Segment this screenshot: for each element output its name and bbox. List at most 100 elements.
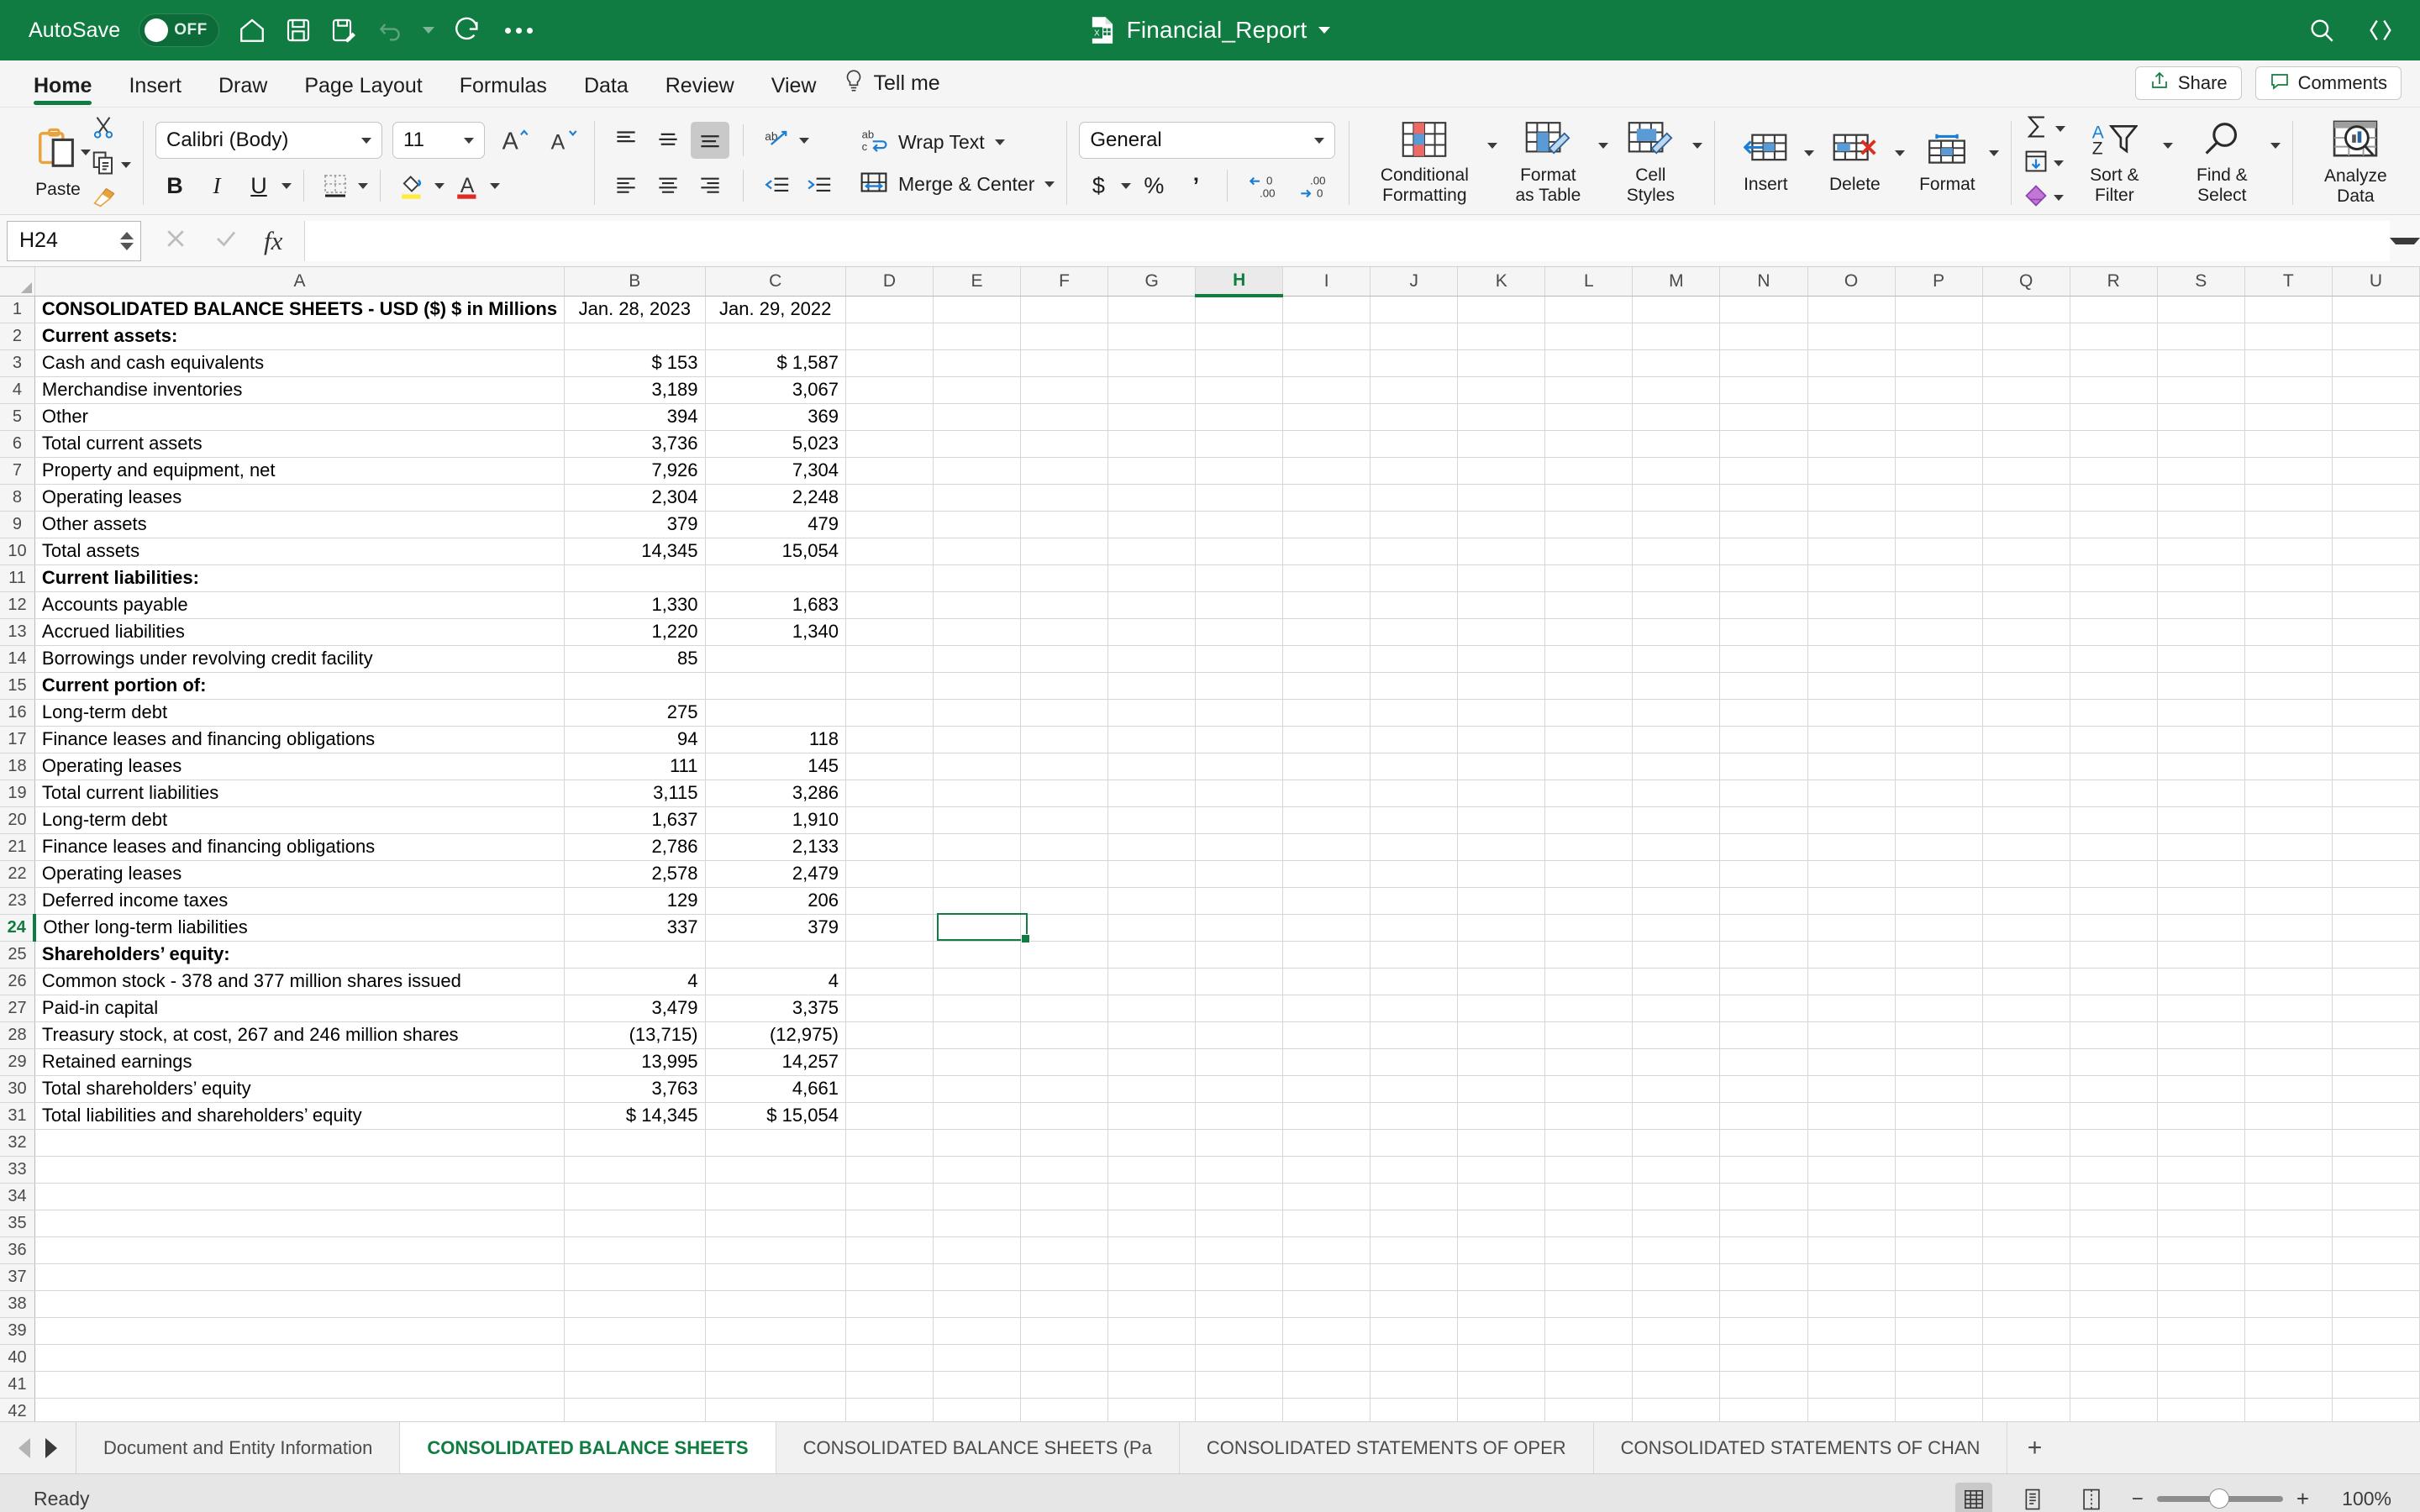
delete-cells-chevron-down-icon[interactable]: [1895, 150, 1906, 156]
row-header-10[interactable]: 10: [0, 538, 35, 565]
cell-F24[interactable]: [1020, 914, 1109, 942]
cell-E5[interactable]: [933, 403, 1022, 431]
cell-I23[interactable]: [1282, 887, 1371, 915]
cell-L36[interactable]: [1544, 1236, 1634, 1264]
cell-E12[interactable]: [933, 591, 1022, 619]
cell-N9[interactable]: [1719, 511, 1808, 538]
cell-S13[interactable]: [2157, 618, 2245, 646]
cell-Q13[interactable]: [1982, 618, 2070, 646]
cell-D11[interactable]: [845, 564, 934, 592]
cell-D21[interactable]: [845, 833, 934, 861]
cell-B6[interactable]: 3,736: [564, 430, 706, 458]
cell-C16[interactable]: [705, 699, 846, 727]
cell-D6[interactable]: [845, 430, 934, 458]
cell-P14[interactable]: [1895, 645, 1983, 673]
cell-F20[interactable]: [1020, 806, 1109, 834]
cell-P41[interactable]: [1895, 1371, 1983, 1399]
row-header-34[interactable]: 34: [0, 1183, 35, 1210]
cell-K10[interactable]: [1457, 538, 1546, 565]
cell-N42[interactable]: [1719, 1398, 1808, 1421]
cell-L42[interactable]: [1544, 1398, 1634, 1421]
cell-R20[interactable]: [2070, 806, 2158, 834]
cell-M10[interactable]: [1632, 538, 1721, 565]
cell-G26[interactable]: [1107, 968, 1197, 995]
cell-P3[interactable]: [1895, 349, 1983, 377]
cell-R26[interactable]: [2070, 968, 2158, 995]
cell-C26[interactable]: 4: [705, 968, 846, 995]
cell-B34[interactable]: [564, 1183, 706, 1210]
cell-G32[interactable]: [1107, 1129, 1197, 1157]
cell-H1[interactable]: [1195, 296, 1284, 323]
cell-Q4[interactable]: [1982, 376, 2070, 404]
column-header-c[interactable]: C: [705, 267, 846, 297]
number-format-selector[interactable]: General: [1079, 122, 1336, 159]
cell-O19[interactable]: [1807, 780, 1896, 807]
cell-S30[interactable]: [2157, 1075, 2245, 1103]
font-size-selector[interactable]: 11: [392, 122, 485, 159]
cell-F11[interactable]: [1020, 564, 1109, 592]
cell-R7[interactable]: [2070, 457, 2158, 485]
tell-me-box[interactable]: Tell me: [843, 69, 940, 107]
cell-M12[interactable]: [1632, 591, 1721, 619]
add-sheet-button[interactable]: +: [2007, 1422, 2061, 1473]
format-cells-button[interactable]: Format: [1905, 132, 1989, 195]
cell-U37[interactable]: [2332, 1263, 2420, 1291]
sheet-row[interactable]: 35: [0, 1210, 2420, 1237]
cell-P32[interactable]: [1895, 1129, 1983, 1157]
cell-K41[interactable]: [1457, 1371, 1546, 1399]
row-header-2[interactable]: 2: [0, 323, 35, 350]
cell-U19[interactable]: [2332, 780, 2420, 807]
cell-F19[interactable]: [1020, 780, 1109, 807]
cell-N40[interactable]: [1719, 1344, 1808, 1372]
cell-B4[interactable]: 3,189: [564, 376, 706, 404]
cell-J19[interactable]: [1370, 780, 1459, 807]
cell-H22[interactable]: [1195, 860, 1284, 888]
cell-P35[interactable]: [1895, 1210, 1983, 1237]
cell-S20[interactable]: [2157, 806, 2245, 834]
comma-format-button[interactable]: ’: [1176, 167, 1215, 204]
cell-N15[interactable]: [1719, 672, 1808, 700]
cell-N18[interactable]: [1719, 753, 1808, 780]
decrease-decimal-button[interactable]: .00 0: [1290, 167, 1337, 204]
cell-S27[interactable]: [2157, 995, 2245, 1022]
cell-A28[interactable]: Treasury stock, at cost, 267 and 246 mil…: [34, 1021, 566, 1049]
zoom-percentage[interactable]: 100%: [2331, 1488, 2391, 1510]
cell-N7[interactable]: [1719, 457, 1808, 485]
cell-D31[interactable]: [845, 1102, 934, 1130]
cell-B26[interactable]: 4: [564, 968, 706, 995]
format-as-table-button[interactable]: Format as Table: [1497, 121, 1598, 205]
cell-C19[interactable]: 3,286: [705, 780, 846, 807]
cell-U25[interactable]: [2332, 941, 2420, 969]
cell-U26[interactable]: [2332, 968, 2420, 995]
cell-F2[interactable]: [1020, 323, 1109, 350]
cell-B24[interactable]: 337: [564, 914, 706, 942]
cell-J30[interactable]: [1370, 1075, 1459, 1103]
cell-H8[interactable]: [1195, 484, 1284, 512]
cell-K11[interactable]: [1457, 564, 1546, 592]
row-header-15[interactable]: 15: [0, 672, 35, 700]
sheet-row[interactable]: 13 Accrued liabilities 1,220 1,340: [0, 618, 2420, 646]
sort-filter-chevron-down-icon[interactable]: [2163, 142, 2174, 149]
document-title-chevron-down-icon[interactable]: [1318, 27, 1331, 34]
cell-I29[interactable]: [1282, 1048, 1371, 1076]
cell-S24[interactable]: [2157, 914, 2245, 942]
cell-E18[interactable]: [933, 753, 1022, 780]
cell-N37[interactable]: [1719, 1263, 1808, 1291]
cell-E8[interactable]: [933, 484, 1022, 512]
cell-Q2[interactable]: [1982, 323, 2070, 350]
cell-L11[interactable]: [1544, 564, 1634, 592]
cell-U10[interactable]: [2332, 538, 2420, 565]
cell-S17[interactable]: [2157, 726, 2245, 753]
cell-O26[interactable]: [1807, 968, 1896, 995]
cell-S39[interactable]: [2157, 1317, 2245, 1345]
cell-R38[interactable]: [2070, 1290, 2158, 1318]
cell-H32[interactable]: [1195, 1129, 1284, 1157]
sheet-row[interactable]: 9 Other assets 379 479: [0, 511, 2420, 538]
cell-F21[interactable]: [1020, 833, 1109, 861]
cell-F38[interactable]: [1020, 1290, 1109, 1318]
cell-L29[interactable]: [1544, 1048, 1634, 1076]
cell-K31[interactable]: [1457, 1102, 1546, 1130]
cell-C22[interactable]: 2,479: [705, 860, 846, 888]
cell-D22[interactable]: [845, 860, 934, 888]
cell-M26[interactable]: [1632, 968, 1721, 995]
